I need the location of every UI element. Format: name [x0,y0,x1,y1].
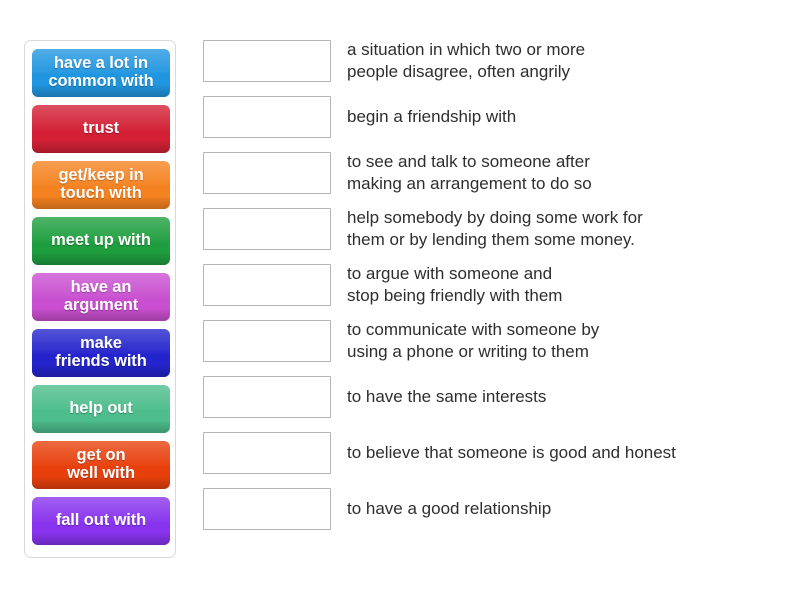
tile-make-friends-with[interactable]: make friends with [32,329,170,377]
tile-label: meet up with [51,231,151,250]
tile-help-out[interactable]: help out [32,385,170,433]
tile-label: get/keep in touch with [58,166,144,202]
definition-text: to have a good relationship [347,499,552,519]
tile-label: get on well with [67,446,135,482]
definition-row: to believe that someone is good and hone… [203,432,783,474]
answer-drop-slot[interactable] [203,96,331,138]
tiles-panel: have a lot in common with trust get/keep i… [24,40,176,558]
tile-label: make friends with [55,334,147,370]
tile-label: have an argument [63,278,139,314]
answer-drop-slot[interactable] [203,208,331,250]
definition-row: to have a good relationship [203,488,783,530]
definition-row: to have the same interests [203,376,783,418]
definition-row: help somebody by doing some work for the… [203,208,783,250]
definition-text: begin a friendship with [347,107,517,127]
answer-drop-slot[interactable] [203,264,331,306]
tile-get-on-well-with[interactable]: get on well with [32,441,170,489]
definition-row: a situation in which two or more people … [203,40,783,82]
answer-drop-slot[interactable] [203,432,331,474]
definition-row: to see and talk to someone after making … [203,152,783,194]
answer-drop-slot[interactable] [203,320,331,362]
definition-row: begin a friendship with [203,96,783,138]
tile-label: fall out with [55,511,147,530]
definition-text: to have the same interests [347,387,547,407]
tile-label: trust [82,119,120,138]
answer-drop-slot[interactable] [203,376,331,418]
tile-fall-out-with[interactable]: fall out with [32,497,170,545]
definitions-list: a situation in which two or more people … [203,40,783,530]
match-up-activity: have a lot in common with trust get/keep i… [0,0,800,600]
definition-text: to see and talk to someone after making … [347,152,592,193]
definition-row: to argue with someone and stop being fri… [203,264,783,306]
tile-meet-up-with[interactable]: meet up with [32,217,170,265]
tile-have-an-argument[interactable]: have an argument [32,273,170,321]
tile-trust[interactable]: trust [32,105,170,153]
answer-drop-slot[interactable] [203,152,331,194]
answer-drop-slot[interactable] [203,488,331,530]
answer-drop-slot[interactable] [203,40,331,82]
definition-text: help somebody by doing some work for the… [347,208,643,249]
tile-have-a-lot-in-common-with[interactable]: have a lot in common with [32,49,170,97]
definition-text: to argue with someone and stop being fri… [347,264,563,305]
tile-label: have a lot in common with [48,54,154,90]
definition-text: to believe that someone is good and hone… [347,443,676,463]
tile-get-keep-in-touch-with[interactable]: get/keep in touch with [32,161,170,209]
definition-row: to communicate with someone by using a p… [203,320,783,362]
tile-label: help out [69,399,133,418]
definition-text: to communicate with someone by using a p… [347,320,600,361]
definition-text: a situation in which two or more people … [347,40,586,81]
